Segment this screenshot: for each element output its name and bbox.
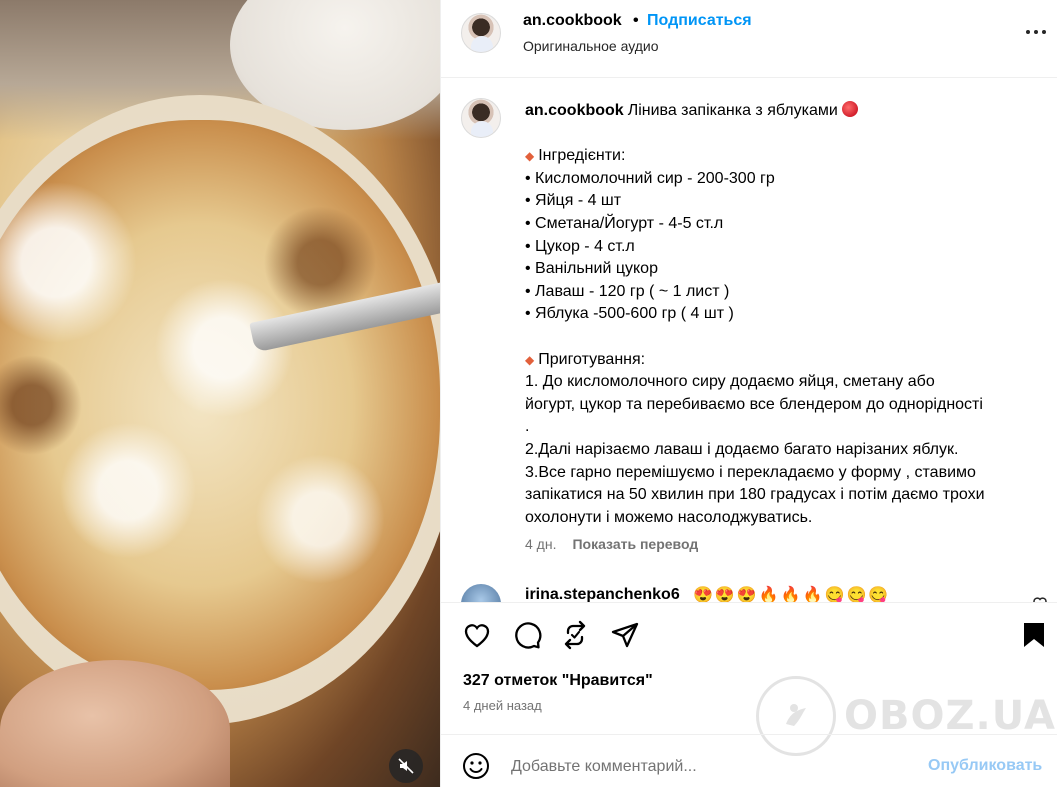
apple-emoji-icon: [841, 101, 858, 117]
emoji-smiley-icon[interactable]: [461, 751, 491, 781]
comment-text: 😍😍😍🔥🔥🔥😋😋😋: [693, 587, 891, 602]
caption-author-avatar[interactable]: [461, 98, 501, 138]
post-time[interactable]: 4 дней назад: [463, 698, 542, 713]
caption-line: • Цукор - 4 ст.л: [525, 237, 635, 255]
caption-age: 4 дн.: [525, 536, 557, 552]
caption-line: • Сметана/Йогурт - 4-5 ст.л: [525, 214, 724, 232]
caption-line: [525, 326, 1040, 349]
like-heart-icon[interactable]: [461, 619, 493, 651]
caption-line: • Лаваш - 120 гр ( ~ 1 лист ): [525, 282, 730, 300]
caption-title: Лінива запіканка з яблуками: [627, 102, 838, 119]
share-paper-plane-icon[interactable]: [609, 619, 641, 651]
commenter-avatar[interactable]: [461, 584, 501, 602]
show-translation-button[interactable]: Показать перевод: [572, 536, 698, 552]
mute-button[interactable]: [389, 749, 423, 783]
caption-line: 2.Далі нарізаємо лаваш і додаємо багато …: [525, 440, 959, 458]
ingredients-heading: ◆ Інгредієнти:: [525, 147, 626, 165]
caption-line: 3.Все гарно перемішуємо і перекладаємо у…: [525, 463, 976, 481]
caption-line: • Яйця - 4 шт: [525, 192, 622, 210]
caption-meta: 4 дн. Показать перевод: [525, 536, 698, 552]
muted-speaker-icon: [398, 758, 414, 774]
caption-line: .: [525, 418, 530, 436]
publish-button[interactable]: Опубликовать: [928, 757, 1042, 775]
post-header: an.cookbook • Подписаться Оригинальное а…: [441, 0, 1057, 78]
commenter-username[interactable]: irina.stepanchenko6: [525, 586, 680, 602]
caption-line: охолонути і можемо насолоджуватись.: [525, 508, 813, 526]
caption-line: • Яблука -500-600 гр ( 4 шт ): [525, 305, 734, 323]
comment-bubble-icon[interactable]: [511, 619, 543, 651]
caption-author-username[interactable]: an.cookbook: [525, 102, 624, 119]
orange-diamond-icon: ◆: [525, 149, 535, 164]
caption-title-line: an.cookbook Лінива запіканка з яблуками: [525, 100, 1040, 123]
likes-count[interactable]: 327 отметок "Нравится": [463, 672, 653, 690]
apple-casserole-image: [0, 120, 440, 690]
more-options-icon[interactable]: [1021, 20, 1051, 44]
add-comment-bar: Опубликовать: [441, 734, 1057, 787]
caption-line: • Кисломолочний сир - 200-300 гр: [525, 169, 775, 187]
post-media-video[interactable]: [0, 0, 440, 787]
comment-like-icon[interactable]: [1031, 594, 1049, 602]
orange-diamond-icon: ◆: [525, 352, 535, 367]
separator-dot: •: [633, 12, 639, 29]
caption-line: йогурт, цукор та перебиваємо все блендер…: [525, 395, 983, 413]
audio-label[interactable]: Оригинальное аудио: [523, 38, 659, 54]
author-avatar[interactable]: [461, 13, 501, 53]
caption-line: • Ванільний цукор: [525, 260, 658, 278]
preparation-heading: ◆ Приготування:: [525, 350, 646, 368]
repost-icon[interactable]: [559, 619, 591, 651]
comment-input[interactable]: [511, 753, 911, 781]
caption-line: [525, 123, 1040, 146]
watermark-text: OBOZ.UA: [844, 693, 1056, 739]
comment-item: irina.stepanchenko6 😍😍😍🔥🔥🔥😋😋😋: [441, 580, 1057, 602]
bookmark-icon[interactable]: [1018, 619, 1050, 651]
author-username[interactable]: an.cookbook: [523, 12, 622, 30]
caption-section: an.cookbook Лінива запіканка з яблуками ◆…: [441, 78, 1057, 602]
post-details-panel: an.cookbook • Подписаться Оригинальное а…: [440, 0, 1057, 787]
hand: [0, 660, 230, 787]
action-bar: [441, 602, 1057, 664]
caption-text: an.cookbook Лінива запіканка з яблуками ◆…: [525, 100, 1040, 529]
follow-button[interactable]: Подписаться: [647, 12, 752, 30]
caption-line: 1. До кисломолочного сиру додаємо яйця, …: [525, 373, 935, 391]
caption-line: запікатися на 50 хвилин при 180 градусах…: [525, 486, 985, 504]
